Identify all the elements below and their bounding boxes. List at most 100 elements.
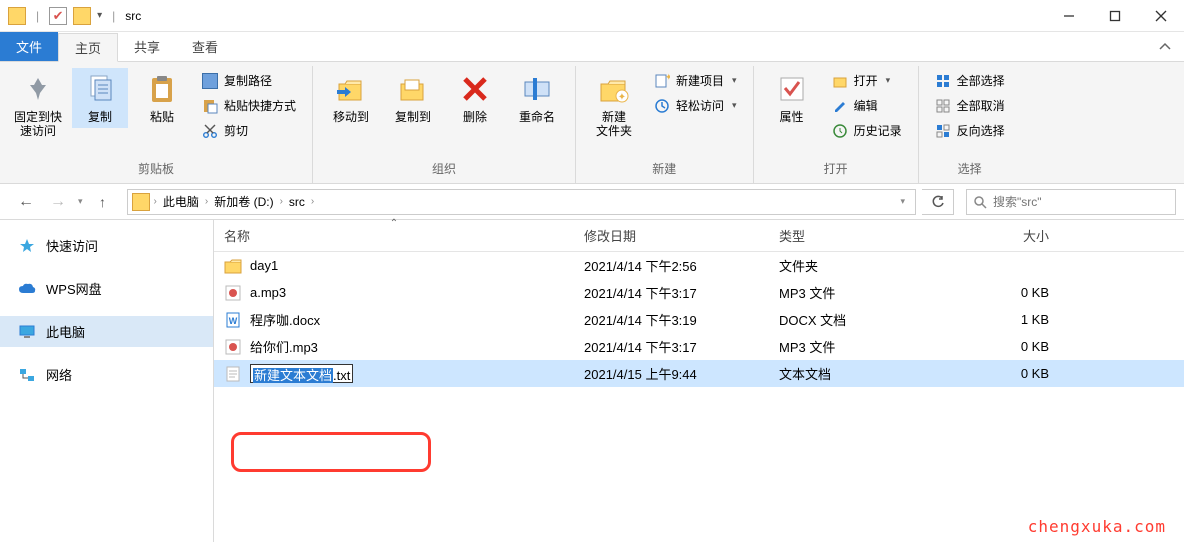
breadcrumb-folder[interactable]: src bbox=[283, 195, 311, 209]
collapse-ribbon-button[interactable] bbox=[1146, 32, 1184, 61]
svg-text:W: W bbox=[229, 316, 238, 326]
tab-view[interactable]: 查看 bbox=[176, 32, 234, 61]
move-to-button[interactable]: 移动到 bbox=[323, 68, 379, 128]
new-folder-icon: ✦ bbox=[597, 72, 631, 106]
network-icon bbox=[18, 366, 36, 384]
breadcrumb-pc[interactable]: 此电脑 bbox=[157, 193, 205, 210]
forward-button[interactable]: → bbox=[46, 193, 70, 211]
rename-icon bbox=[520, 72, 554, 106]
delete-button[interactable]: 删除 bbox=[447, 68, 503, 128]
copy-button[interactable]: 复制 bbox=[72, 68, 128, 128]
copy-label: 复制 bbox=[88, 110, 112, 124]
tab-file[interactable]: 文件 bbox=[0, 32, 58, 61]
file-name: a.mp3 bbox=[250, 285, 286, 300]
column-headers: 名称⌃ 修改日期 类型 大小 bbox=[214, 220, 1184, 252]
invert-selection-button[interactable]: 反向选择 bbox=[931, 120, 1009, 141]
copy-to-label: 复制到 bbox=[395, 110, 431, 124]
back-button[interactable]: ← bbox=[14, 193, 38, 211]
sidebar-item-pc[interactable]: 此电脑 bbox=[0, 316, 213, 347]
file-row[interactable]: 新建文本文档.txt2021/4/15 上午9:44文本文档0 KB bbox=[214, 360, 1184, 387]
tab-home[interactable]: 主页 bbox=[58, 33, 118, 62]
open-button[interactable]: 打开▾ bbox=[828, 70, 906, 91]
copy-path-icon bbox=[202, 73, 218, 89]
column-name[interactable]: 名称⌃ bbox=[214, 220, 574, 251]
file-date: 2021/4/14 下午2:56 bbox=[574, 252, 769, 279]
breadcrumb-dropdown-icon[interactable]: ▾ bbox=[894, 196, 911, 207]
sidebar-item-network[interactable]: 网络 bbox=[0, 359, 213, 390]
select-none-button[interactable]: 全部取消 bbox=[931, 95, 1009, 116]
new-item-button[interactable]: ✦新建项目▾ bbox=[650, 70, 741, 91]
sidebar-item-quick[interactable]: 快速访问 bbox=[0, 230, 213, 261]
column-size[interactable]: 大小 bbox=[939, 220, 1059, 251]
easy-access-button[interactable]: 轻松访问▾ bbox=[650, 95, 741, 116]
rename-input[interactable]: 新建文本文档.txt bbox=[250, 364, 353, 383]
copy-icon bbox=[83, 72, 117, 106]
ribbon-group-organize: 移动到 复制到 删除 重命名 组织 bbox=[313, 66, 576, 183]
select-all-button[interactable]: 全部选择 bbox=[931, 70, 1009, 91]
file-row[interactable]: day1 2021/4/14 下午2:56文件夹 bbox=[214, 252, 1184, 279]
edit-button[interactable]: 编辑 bbox=[828, 95, 906, 116]
breadcrumb-folder-icon bbox=[132, 193, 150, 211]
copy-to-icon bbox=[396, 72, 430, 106]
svg-text:✦: ✦ bbox=[665, 73, 670, 82]
file-row[interactable]: W程序咖.docx2021/4/14 下午3:19DOCX 文档1 KB bbox=[214, 306, 1184, 333]
refresh-button[interactable] bbox=[922, 189, 954, 215]
close-button[interactable] bbox=[1138, 0, 1184, 32]
edit-icon bbox=[832, 98, 848, 114]
group-open-label: 打开 bbox=[764, 156, 908, 179]
pin-button[interactable]: 固定到快 速访问 bbox=[10, 68, 66, 143]
sidebar-item-label: WPS网盘 bbox=[46, 279, 102, 298]
cut-button[interactable]: 剪切 bbox=[198, 120, 300, 141]
file-name: 给你们.mp3 bbox=[250, 337, 318, 356]
up-button[interactable]: ↑ bbox=[91, 194, 115, 210]
copy-to-button[interactable]: 复制到 bbox=[385, 68, 441, 128]
file-size bbox=[939, 262, 1059, 270]
history-button[interactable]: 历史记录 bbox=[828, 120, 906, 141]
properties-qat-icon[interactable]: ✔ bbox=[49, 7, 67, 25]
file-list: 名称⌃ 修改日期 类型 大小 day12021/4/14 下午2:56文件夹a.… bbox=[214, 220, 1184, 542]
column-type[interactable]: 类型 bbox=[769, 220, 939, 251]
tab-share[interactable]: 共享 bbox=[118, 32, 176, 61]
qat-dropdown-icon[interactable]: ▾ bbox=[97, 10, 102, 21]
qat-sep2: | bbox=[112, 9, 115, 23]
file-row[interactable]: a.mp32021/4/14 下午3:17MP3 文件0 KB bbox=[214, 279, 1184, 306]
file-name: day1 bbox=[250, 258, 278, 273]
address-bar-row: ← → ▾ ↑ › 此电脑 › 新加卷 (D:) › src › ▾ bbox=[0, 184, 1184, 220]
file-date: 2021/4/14 下午3:17 bbox=[574, 333, 769, 360]
file-type: MP3 文件 bbox=[769, 333, 939, 360]
group-clipboard-label: 剪贴板 bbox=[10, 156, 302, 179]
file-row[interactable]: 给你们.mp32021/4/14 下午3:17MP3 文件0 KB bbox=[214, 333, 1184, 360]
folder-qat-icon[interactable] bbox=[73, 7, 91, 25]
file-date: 2021/4/14 下午3:19 bbox=[574, 306, 769, 333]
maximize-button[interactable] bbox=[1092, 0, 1138, 32]
copy-path-button[interactable]: 复制路径 bbox=[198, 70, 300, 91]
chevron-right-icon[interactable]: › bbox=[311, 196, 314, 207]
new-folder-button[interactable]: ✦ 新建 文件夹 bbox=[586, 68, 642, 143]
history-dropdown-icon[interactable]: ▾ bbox=[78, 196, 83, 207]
sidebar-item-wps[interactable]: WPS网盘 bbox=[0, 273, 213, 304]
ribbon: 固定到快 速访问 复制 粘贴 复制路径 粘贴快捷方式 剪切 剪贴板 移动到 bbox=[0, 62, 1184, 184]
minimize-button[interactable] bbox=[1046, 0, 1092, 32]
paste-shortcut-icon bbox=[202, 98, 218, 114]
search-input[interactable] bbox=[993, 195, 1169, 209]
breadcrumb[interactable]: › 此电脑 › 新加卷 (D:) › src › ▾ bbox=[127, 189, 916, 215]
search-box[interactable] bbox=[966, 189, 1176, 215]
breadcrumb-drive[interactable]: 新加卷 (D:) bbox=[208, 193, 279, 210]
ribbon-group-new: ✦ 新建 文件夹 ✦新建项目▾ 轻松访问▾ 新建 bbox=[576, 66, 754, 183]
audio-icon bbox=[224, 338, 242, 356]
file-size: 1 KB bbox=[939, 308, 1059, 331]
move-to-icon bbox=[334, 72, 368, 106]
history-icon bbox=[832, 123, 848, 139]
rename-button[interactable]: 重命名 bbox=[509, 68, 565, 128]
paste-button[interactable]: 粘贴 bbox=[134, 68, 190, 128]
file-type: 文件夹 bbox=[769, 252, 939, 279]
close-icon bbox=[1155, 10, 1167, 22]
rename-label: 重命名 bbox=[519, 110, 555, 124]
ribbon-group-clipboard: 固定到快 速访问 复制 粘贴 复制路径 粘贴快捷方式 剪切 剪贴板 bbox=[0, 66, 313, 183]
paste-shortcut-button[interactable]: 粘贴快捷方式 bbox=[198, 95, 300, 116]
column-date[interactable]: 修改日期 bbox=[574, 220, 769, 251]
star-icon bbox=[18, 237, 36, 255]
refresh-icon bbox=[931, 195, 945, 209]
ribbon-group-select: 全部选择 全部取消 反向选择 选择 bbox=[919, 66, 1021, 183]
properties-button[interactable]: 属性 bbox=[764, 68, 820, 128]
